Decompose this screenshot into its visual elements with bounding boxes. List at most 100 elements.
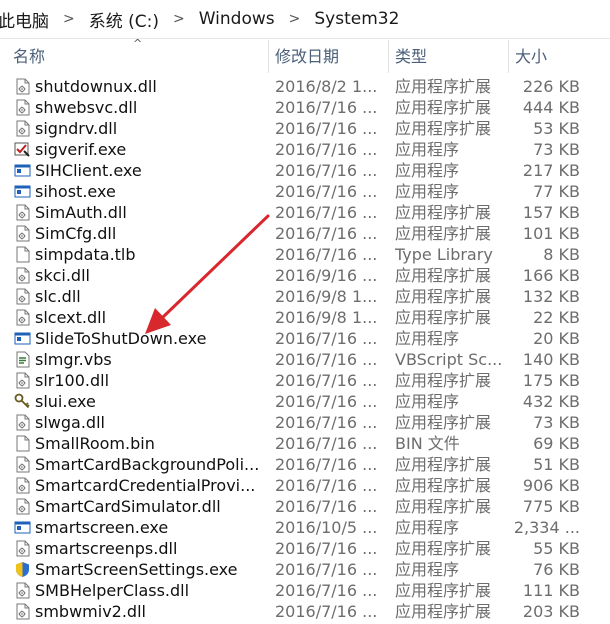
dll-file-icon (14, 414, 31, 431)
dll-file-icon (14, 477, 31, 494)
breadcrumb-this-pc[interactable]: 此电脑 (0, 7, 51, 32)
dll-file-icon (14, 582, 31, 599)
sort-ascending-icon: ^ (133, 37, 143, 50)
column-header-bar: ^ 名称 修改日期 类型 大小 (0, 37, 610, 73)
file-row[interactable]: slr100.dll 2016/7/16 ... 应用程序扩展 175 KB (0, 370, 610, 391)
file-name: slmgr.vbs (35, 350, 112, 369)
file-name: SmartCardBackgroundPoli... (35, 455, 260, 474)
chevron-right-icon[interactable]: > (173, 11, 185, 27)
file-size: 2,334 ... (513, 518, 580, 537)
file-type: 应用程序 (395, 161, 460, 180)
file-row[interactable]: SlideToShutDown.exe 2016/7/16 ... 应用程序 20 K… (0, 328, 610, 349)
column-header-date[interactable]: 修改日期 (275, 40, 339, 73)
file-row[interactable]: SmartCardSimulator.dll 2016/7/16 ... 应用程序扩… (0, 496, 610, 517)
breadcrumb-system32[interactable]: System32 (312, 9, 401, 29)
file-row[interactable]: skci.dll 2016/9/16 ... 应用程序扩展 166 KB (0, 265, 610, 286)
file-row[interactable]: sihost.exe 2016/7/16 ... 应用程序 77 KB (0, 181, 610, 202)
file-row[interactable]: SmallRoom.bin 2016/7/16 ... BIN 文件 69 KB (0, 433, 610, 454)
column-header-name[interactable]: 名称 (13, 40, 45, 73)
dll-file-icon (14, 99, 31, 116)
file-size: 175 KB (522, 371, 580, 390)
file-size: 203 KB (522, 602, 580, 621)
file-row[interactable]: slmgr.vbs 2016/7/16 ... VBScript Sc... 140 … (0, 349, 610, 370)
shield-app-icon (14, 561, 31, 578)
file-size: 76 KB (533, 560, 580, 579)
file-row[interactable]: SMBHelperClass.dll 2016/7/16 ... 应用程序扩展 111… (0, 580, 610, 601)
file-row[interactable]: SIHClient.exe 2016/7/16 ... 应用程序 217 KB (0, 160, 610, 181)
column-header-type[interactable]: 类型 (395, 40, 427, 73)
file-type: 应用程序扩展 (395, 602, 492, 621)
file-type: 应用程序扩展 (395, 371, 492, 390)
blank-file-icon (14, 246, 31, 263)
file-type: 应用程序扩展 (395, 77, 492, 96)
file-name: SlideToShutDown.exe (35, 329, 207, 348)
file-modified-date: 2016/7/16 ... (275, 98, 378, 117)
file-type: 应用程序 (395, 560, 460, 579)
file-type: 应用程序 (395, 329, 460, 348)
file-row[interactable]: shwebsvc.dll 2016/7/16 ... 应用程序扩展 444 KB (0, 97, 610, 118)
file-size: 51 KB (533, 455, 580, 474)
file-modified-date: 2016/7/16 ... (275, 182, 378, 201)
dll-file-icon (14, 204, 31, 221)
exe-app-icon (14, 330, 31, 347)
file-row[interactable]: slc.dll 2016/9/8 1... 应用程序扩展 132 KB (0, 286, 610, 307)
file-name: skci.dll (35, 266, 90, 285)
file-modified-date: 2016/7/16 ... (275, 560, 378, 579)
file-row[interactable]: slwga.dll 2016/7/16 ... 应用程序扩展 73 KB (0, 412, 610, 433)
file-row[interactable]: sigverif.exe 2016/7/16 ... 应用程序 73 KB (0, 139, 610, 160)
file-type: 应用程序扩展 (395, 476, 492, 495)
file-modified-date: 2016/7/16 ... (275, 476, 378, 495)
dll-file-icon (14, 225, 31, 242)
file-row[interactable]: SmartcardCredentialProvi... 2016/7/16 ...… (0, 475, 610, 496)
file-row[interactable]: shutdownux.dll 2016/8/2 1... 应用程序扩展 226 KB (0, 76, 610, 97)
breadcrumb-windows[interactable]: Windows (197, 9, 277, 29)
file-size: 73 KB (533, 140, 580, 159)
dll-file-icon (14, 540, 31, 557)
dll-file-icon (14, 456, 31, 473)
file-modified-date: 2016/7/16 ... (275, 581, 378, 600)
file-name: smbwmiv2.dll (35, 602, 146, 621)
file-row[interactable]: slcext.dll 2016/9/8 1... 应用程序扩展 22 KB (0, 307, 610, 328)
file-name: SmartCardSimulator.dll (35, 497, 221, 516)
file-row[interactable]: simpdata.tlb 2016/7/16 ... Type Library 8 K… (0, 244, 610, 265)
file-row[interactable]: signdrv.dll 2016/7/16 ... 应用程序扩展 53 KB (0, 118, 610, 139)
file-modified-date: 2016/7/16 ... (275, 329, 378, 348)
file-size: 906 KB (522, 476, 580, 495)
file-name: slui.exe (35, 392, 96, 411)
file-row[interactable]: smartscreen.exe 2016/10/5 ... 应用程序 2,334 ..… (0, 517, 610, 538)
file-row[interactable]: SimCfg.dll 2016/7/16 ... 应用程序扩展 101 KB (0, 223, 610, 244)
chevron-right-icon[interactable]: > (63, 11, 75, 27)
file-row[interactable]: SmartScreenSettings.exe 2016/7/16 ... 应用程序… (0, 559, 610, 580)
file-name: SmallRoom.bin (35, 434, 155, 453)
column-divider[interactable] (268, 40, 269, 73)
file-row[interactable]: SimAuth.dll 2016/7/16 ... 应用程序扩展 157 KB (0, 202, 610, 223)
file-name: smartscreenps.dll (35, 539, 178, 558)
file-modified-date: 2016/7/16 ... (275, 434, 378, 453)
file-size: 217 KB (522, 161, 580, 180)
dll-file-icon (14, 78, 31, 95)
file-name: SIHClient.exe (35, 161, 142, 180)
file-modified-date: 2016/8/2 1... (275, 77, 378, 96)
file-name: slcext.dll (35, 308, 107, 327)
blank-file-icon (14, 435, 31, 452)
file-type: 应用程序扩展 (395, 308, 492, 327)
file-row[interactable]: smartscreenps.dll 2016/7/16 ... 应用程序扩展 55 K… (0, 538, 610, 559)
column-header-size[interactable]: 大小 (515, 40, 547, 73)
breadcrumb-system-drive[interactable]: 系统 (C:) (87, 7, 161, 32)
column-divider[interactable] (388, 40, 389, 73)
file-size: 20 KB (533, 329, 580, 348)
file-name: simpdata.tlb (35, 245, 136, 264)
sigverif-app-icon (14, 141, 31, 158)
file-name: slc.dll (35, 287, 81, 306)
chevron-right-icon[interactable]: > (289, 11, 301, 27)
file-row[interactable]: smbwmiv2.dll 2016/7/16 ... 应用程序扩展 203 KB (0, 601, 610, 622)
column-divider[interactable] (508, 40, 509, 73)
file-size: 22 KB (533, 308, 580, 327)
dll-file-icon (14, 120, 31, 137)
file-type: 应用程序扩展 (395, 287, 492, 306)
file-row[interactable]: slui.exe 2016/7/16 ... 应用程序 432 KB (0, 391, 610, 412)
file-row[interactable]: SmartCardBackgroundPoli... 2016/7/16 ... 应… (0, 454, 610, 475)
file-type: 应用程序 (395, 182, 460, 201)
file-modified-date: 2016/7/16 ... (275, 119, 378, 138)
file-modified-date: 2016/7/16 ... (275, 413, 378, 432)
